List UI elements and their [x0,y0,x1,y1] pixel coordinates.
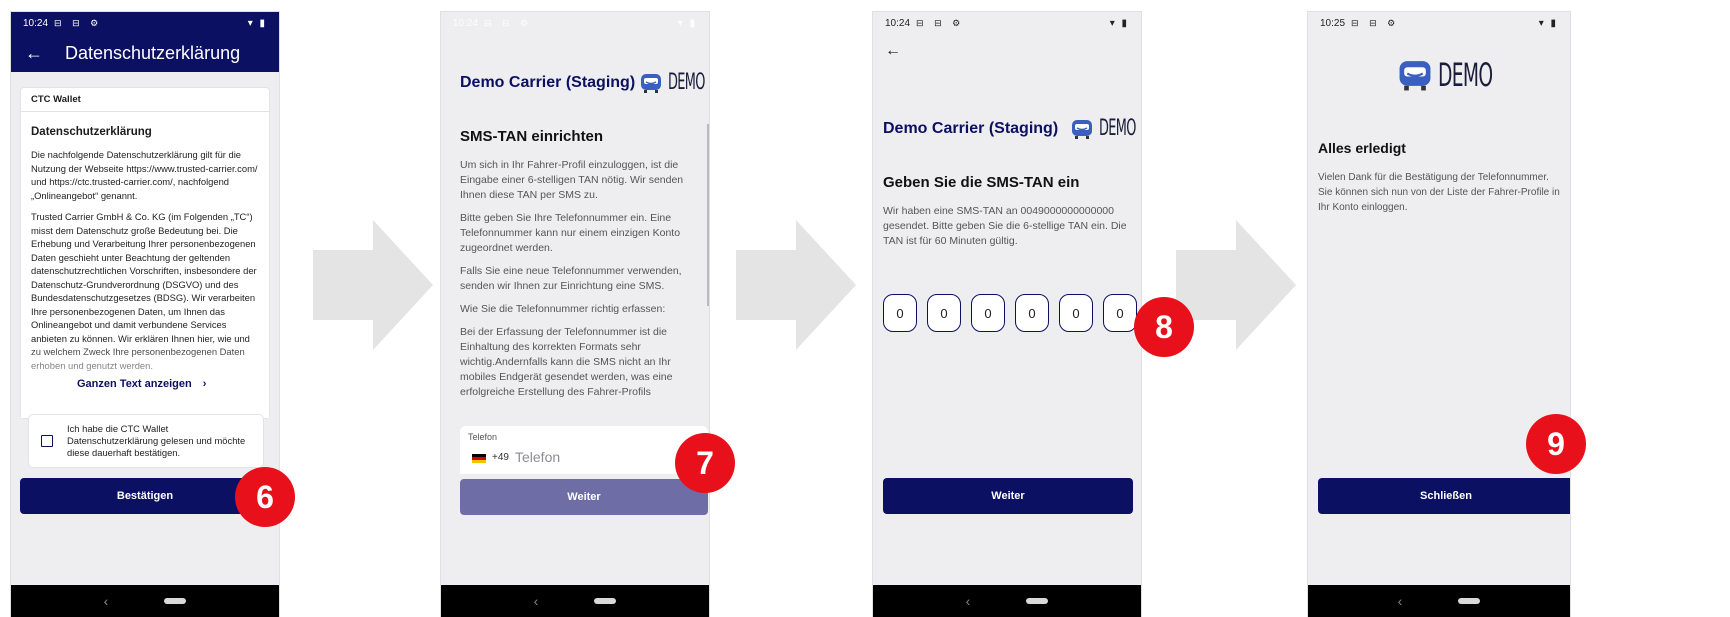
consent-checkbox-row[interactable]: Ich habe die CTC Wallet Datenschutzerklä… [29,415,263,467]
tan-input-row: 0 0 0 0 0 0 [883,294,1137,332]
demo-logo: DEMO [1071,116,1136,141]
status-bar: 10:24 ⊟ ⊟ ⚙ ▾ ▮ [441,12,709,34]
phone-screen-done: 10:25 ⊟ ⊟ ⚙ ▾ ▮ DEMO Alles erledigt Viel… [1308,12,1570,617]
phone-screen-sms-setup: 10:24 ⊟ ⊟ ⚙ ▾ ▮ Demo Carrier (Staging) D… [441,12,709,617]
wifi-battery-icon: ▾ ▮ [677,17,697,29]
notification-icons: ⊟ ⊟ ⚙ [54,17,103,28]
carrier-name: Demo Carrier (Staging) [883,119,1059,137]
tan-digit-3[interactable]: 0 [971,294,1005,332]
step-badge-8: 8 [1134,297,1194,357]
tan-digit-5[interactable]: 0 [1059,294,1093,332]
bus-logo-icon [1399,61,1431,91]
system-nav-bar: ‹ [873,585,1141,617]
nav-home-pill[interactable] [594,598,617,604]
status-bar: 10:25 ⊟ ⊟ ⚙ ▾ ▮ [1308,12,1570,34]
close-button[interactable]: Schließen [1318,478,1570,514]
nav-back-icon[interactable]: ‹ [104,593,109,609]
success-text: Vielen Dank für die Bestätigung der Tele… [1318,172,1560,213]
system-nav-bar: ‹ [441,585,709,617]
nav-back-icon[interactable]: ‹ [534,593,539,609]
system-nav-bar: ‹ [11,585,279,617]
chevron-right-icon: › [202,378,207,390]
show-full-text-link[interactable]: Ganzen Text anzeigen › [77,378,206,390]
nav-home-pill[interactable] [1458,598,1481,604]
logo-text: DEMO [1099,116,1136,141]
scrollbar[interactable] [707,124,709,306]
tan-digit-6[interactable]: 0 [1103,294,1137,332]
scroll-content: Um sich in Ihr Fahrer-Profil einzuloggen… [460,158,700,414]
phone-screen-tan-entry: 10:24 ⊟ ⊟ ⚙ ▾ ▮ ← Demo Carrier (Staging)… [873,12,1141,617]
tan-digit-1[interactable]: 0 [883,294,917,332]
back-arrow-icon[interactable]: ← [25,43,43,64]
card-header: CTC Wallet [21,88,269,112]
status-time: 10:24 [453,17,479,29]
format-heading: Wie Sie die Telefonnummer richtig erfass… [460,303,666,315]
status-time: 10:24 [885,17,911,29]
step-badge-7: 7 [675,433,735,493]
status-time: 10:25 [1320,17,1346,29]
carrier-header: Demo Carrier (Staging) DEMO [883,116,1136,141]
privacy-text-para1: Die nachfolgende Datenschutzerklärung gi… [31,149,258,201]
logo-text: DEMO [668,70,705,95]
status-time: 10:24 [23,17,49,29]
step-arrow-3 [1176,220,1296,350]
step-badge-6: 6 [235,467,295,527]
tan-info-text: Wir haben eine SMS-TAN an 00490000000000… [883,205,1127,247]
status-bar: 10:24 ⊟ ⊟ ⚙ ▾ ▮ [873,12,1141,34]
carrier-name: Demo Carrier (Staging) [460,73,636,91]
page-title: SMS-TAN einrichten [460,128,604,145]
system-nav-bar: ‹ [1308,585,1570,617]
step-arrow-1 [313,220,433,350]
tan-digit-4[interactable]: 0 [1015,294,1049,332]
wifi-battery-icon: ▾ ▮ [1538,17,1558,29]
phone-instruction-text: Bitte geben Sie Ihre Telefonnummer ein. … [460,212,681,254]
wifi-battery-icon: ▾ ▮ [247,17,267,29]
step-arrow-2 [736,220,856,350]
phone-screen-privacy: 10:24 ⊟ ⊟ ⚙ ▾ ▮ ← Datenschutzerklärung C… [11,12,279,617]
step-badge-9: 9 [1526,414,1586,474]
notification-icons: ⊟ ⊟ ⚙ [484,17,533,28]
logo-text: DEMO [1438,56,1493,94]
country-code: +49 [492,452,509,463]
show-full-text-label: Ganzen Text anzeigen [77,378,192,390]
new-number-text: Falls Sie eine neue Telefonnummer verwen… [460,265,682,292]
nav-home-pill[interactable] [164,598,187,604]
confirm-button[interactable]: Bestätigen [20,478,270,514]
notification-icons: ⊟ ⊟ ⚙ [916,17,965,28]
back-arrow-icon[interactable]: ← [885,42,901,60]
status-bar: 10:24 ⊟ ⊟ ⚙ ▾ ▮ [11,12,279,34]
nav-back-icon[interactable]: ‹ [1398,593,1403,609]
page-title: Alles erledigt [1318,140,1406,156]
wifi-battery-icon: ▾ ▮ [1109,17,1129,29]
phone-input[interactable]: Telefon [515,449,560,465]
consent-checkbox[interactable] [41,435,53,447]
intro-text: Um sich in Ihr Fahrer-Profil einzuloggen… [460,159,684,201]
notification-icons: ⊟ ⊟ ⚙ [1351,17,1400,28]
phone-input-field[interactable]: Telefon +49 Telefon [460,426,708,474]
next-button[interactable]: Weiter [460,479,708,515]
nav-back-icon[interactable]: ‹ [966,593,971,609]
nav-home-pill[interactable] [1026,598,1049,604]
appbar-title: Datenschutzerklärung [65,42,241,63]
privacy-card: CTC Wallet Datenschutzerklärung Die nach… [21,88,269,418]
carrier-header: Demo Carrier (Staging) DEMO [460,70,705,95]
section-title: Datenschutzerklärung [31,126,152,138]
page-title: Geben Sie die SMS-TAN ein [883,174,1080,191]
tan-digit-2[interactable]: 0 [927,294,961,332]
consent-label: Ich habe die CTC Wallet Datenschutzerklä… [67,423,246,458]
next-button[interactable]: Weiter [883,478,1133,514]
phone-input-label: Telefon [468,432,498,442]
bus-logo-icon [641,73,661,93]
german-flag-icon [472,454,486,463]
demo-logo: DEMO [1398,56,1493,94]
demo-logo: DEMO [640,70,705,95]
bus-logo-icon [1072,119,1092,139]
format-text: Bei der Erfassung der Telefonnummer ist … [460,326,673,398]
app-bar: ← Datenschutzerklärung [11,34,279,72]
